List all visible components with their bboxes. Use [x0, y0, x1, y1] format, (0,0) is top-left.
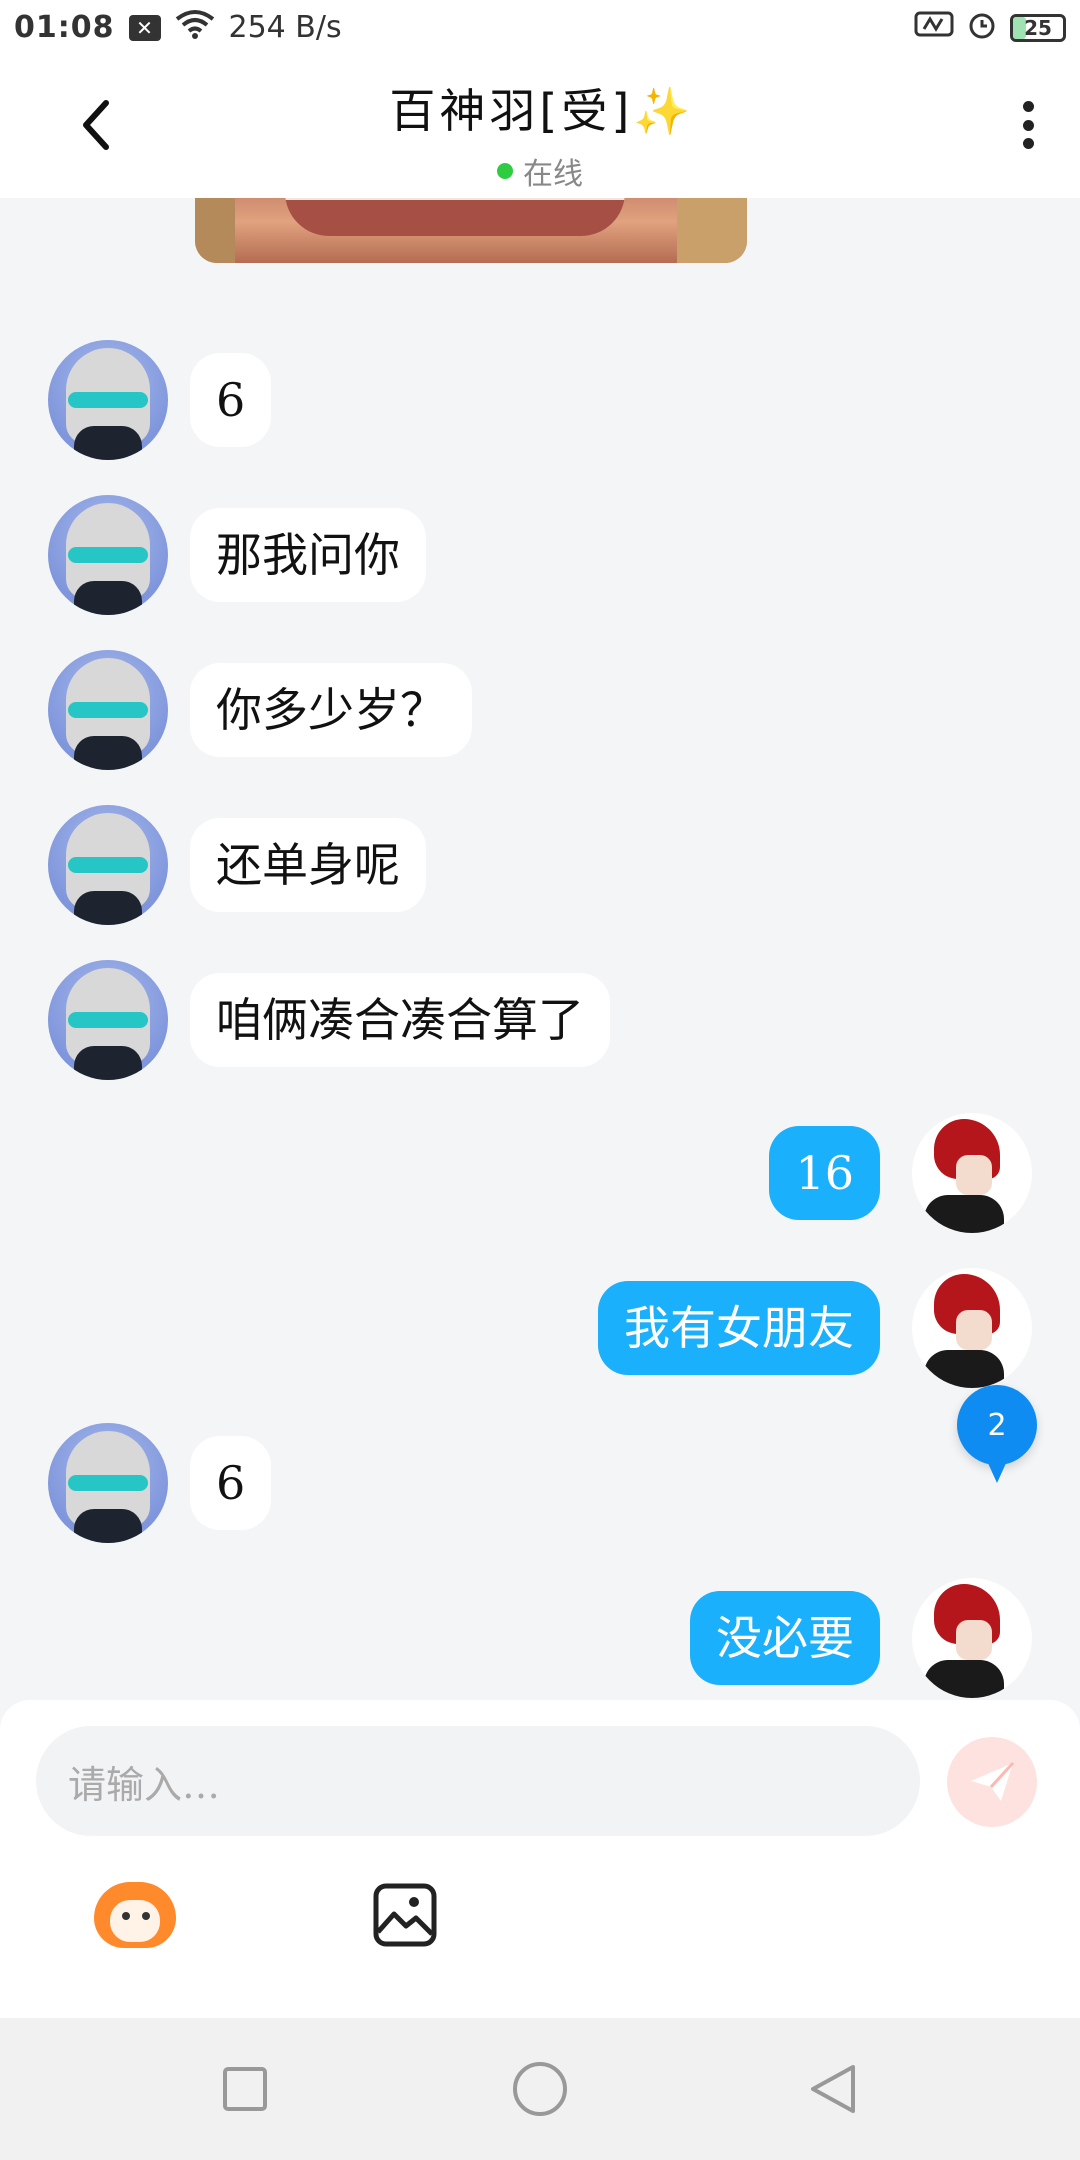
- my-avatar[interactable]: [912, 1113, 1032, 1233]
- composer: 请输入…: [0, 1700, 1080, 2018]
- message-row: 那我问你: [48, 495, 426, 615]
- message-bubble[interactable]: 咱俩凑合凑合算了: [190, 973, 610, 1067]
- message-bubble[interactable]: 你多少岁？: [190, 663, 472, 757]
- more-options-button[interactable]: [1008, 95, 1048, 155]
- contact-avatar[interactable]: [48, 340, 168, 460]
- chat-header: 百神羽[受]✨ 在线: [0, 55, 1080, 198]
- nav-home-button[interactable]: [507, 2056, 573, 2122]
- my-avatar[interactable]: [912, 1268, 1032, 1388]
- message-row: 你多少岁？: [48, 650, 472, 770]
- system-nav-bar: [0, 2018, 1080, 2160]
- contact-avatar[interactable]: [48, 805, 168, 925]
- nav-recents-button[interactable]: [212, 2056, 278, 2122]
- message-bubble[interactable]: 还单身呢: [190, 818, 426, 912]
- message-row: 6: [48, 340, 272, 460]
- message-row: 咱俩凑合凑合算了: [48, 960, 610, 1080]
- more-icon: [1022, 101, 1034, 112]
- battery-icon: 25: [1010, 13, 1066, 42]
- image-icon: [373, 1883, 437, 1947]
- message-row: 没必要: [690, 1578, 1032, 1698]
- nav-back-button[interactable]: [800, 2056, 866, 2122]
- notification-x-icon: ✕: [128, 14, 161, 41]
- status-time: 01:08: [14, 10, 115, 45]
- contact-avatar[interactable]: [48, 650, 168, 770]
- message-bubble[interactable]: 6: [190, 1436, 272, 1530]
- message-bubble[interactable]: 那我问你: [190, 508, 426, 602]
- message-bubble[interactable]: 16: [769, 1126, 880, 1220]
- online-status: 在线: [523, 157, 583, 192]
- message-bubble[interactable]: 没必要: [690, 1591, 880, 1685]
- image-button[interactable]: [360, 1870, 450, 1960]
- message-bubble[interactable]: 我有女朋友: [598, 1281, 880, 1375]
- image-message[interactable]: [195, 198, 747, 263]
- wifi-icon: [175, 9, 215, 47]
- emoji-button[interactable]: [90, 1870, 180, 1960]
- message-row: 还单身呢: [48, 805, 426, 925]
- message-row: 我有女朋友: [598, 1268, 1032, 1388]
- battery-level: 25: [1024, 15, 1052, 40]
- online-dot: [497, 163, 513, 179]
- my-avatar[interactable]: [912, 1578, 1032, 1698]
- unread-count-badge[interactable]: 2: [957, 1385, 1037, 1483]
- net-speed: 254 B/s: [228, 10, 342, 45]
- emoji-mascot-icon: [94, 1882, 176, 1948]
- send-button[interactable]: [947, 1737, 1037, 1827]
- contact-avatar[interactable]: [48, 495, 168, 615]
- nav-home-icon: [513, 2062, 567, 2116]
- send-icon: [971, 1761, 1015, 1801]
- contact-name: 百神羽[受]: [389, 84, 634, 138]
- nav-back-icon: [811, 2065, 855, 2113]
- sparkle-emoji: ✨: [633, 84, 691, 138]
- message-bubble[interactable]: 6: [190, 353, 272, 447]
- message-input[interactable]: 请输入…: [36, 1726, 920, 1836]
- message-row: 6: [48, 1423, 272, 1543]
- alarm-icon: [966, 8, 998, 48]
- contact-avatar[interactable]: [48, 960, 168, 1080]
- nav-recents-icon: [223, 2067, 267, 2111]
- message-list[interactable]: 6 那我问你 你多少岁？ 还单身呢 咱俩凑合凑合算了 16 我有女朋友 6 没必…: [0, 198, 1080, 1698]
- message-row: 16: [769, 1113, 1032, 1233]
- nfc-icon: [914, 9, 954, 47]
- contact-avatar[interactable]: [48, 1423, 168, 1543]
- status-bar: 01:08 ✕ 254 B/s 25: [0, 0, 1080, 55]
